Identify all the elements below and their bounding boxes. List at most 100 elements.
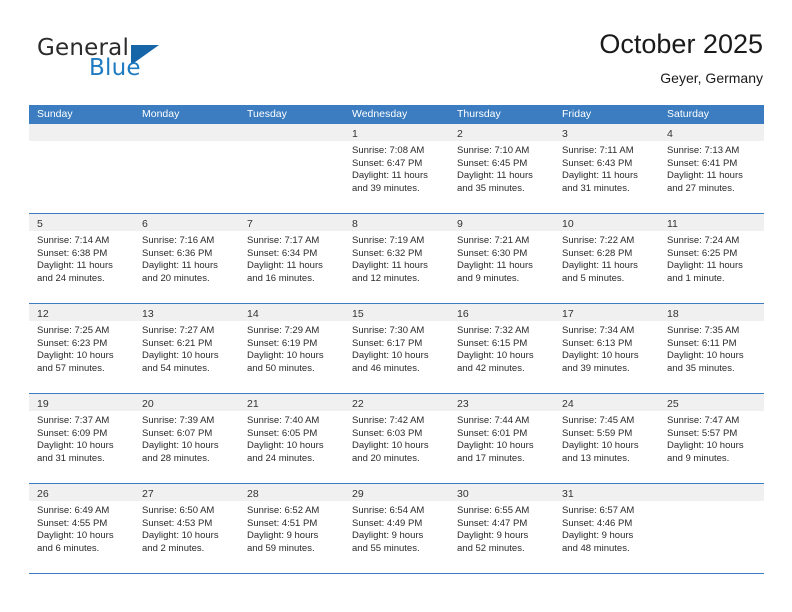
daylight-text-line2: and 16 minutes.	[247, 272, 315, 284]
weekday-header-sunday: Sunday	[37, 108, 73, 120]
weekday-header-thursday: Thursday	[457, 108, 501, 120]
day-cell[interactable]: 24 Sunrise: 7:45 AM Sunset: 5:59 PM Dayl…	[554, 394, 659, 483]
daylight-text-line1: Daylight: 10 hours	[247, 350, 324, 362]
daylight-text-line1: Daylight: 10 hours	[457, 350, 534, 362]
day-number: 23	[457, 398, 469, 410]
daylight-text-line1: Daylight: 11 hours	[457, 170, 533, 182]
day-cell[interactable]: 14 Sunrise: 7:29 AM Sunset: 6:19 PM Dayl…	[239, 304, 344, 393]
day-cell[interactable]: 5 Sunrise: 7:14 AM Sunset: 6:38 PM Dayli…	[29, 214, 134, 303]
sunset-text: Sunset: 6:17 PM	[352, 337, 423, 349]
day-cell[interactable]: 8 Sunrise: 7:19 AM Sunset: 6:32 PM Dayli…	[344, 214, 449, 303]
calendar-page: General Blue October 2025 Geyer, Germany…	[0, 0, 792, 612]
day-number-strip: 23	[449, 394, 554, 411]
day-details: Sunrise: 6:50 AM Sunset: 4:53 PM Dayligh…	[134, 501, 239, 555]
page-header: General Blue October 2025 Geyer, Germany	[29, 28, 763, 96]
day-number-strip: 10	[554, 214, 659, 231]
day-cell[interactable]: 29 Sunrise: 6:54 AM Sunset: 4:49 PM Dayl…	[344, 484, 449, 573]
daylight-text-line1: Daylight: 10 hours	[37, 440, 114, 452]
day-cell[interactable]: 26 Sunrise: 6:49 AM Sunset: 4:55 PM Dayl…	[29, 484, 134, 573]
day-cell[interactable]: 15 Sunrise: 7:30 AM Sunset: 6:17 PM Dayl…	[344, 304, 449, 393]
day-cell[interactable]: 12 Sunrise: 7:25 AM Sunset: 6:23 PM Dayl…	[29, 304, 134, 393]
daylight-text-line1: Daylight: 11 hours	[667, 260, 743, 272]
day-cell[interactable]: 16 Sunrise: 7:32 AM Sunset: 6:15 PM Dayl…	[449, 304, 554, 393]
day-cell[interactable]: 19 Sunrise: 7:37 AM Sunset: 6:09 PM Dayl…	[29, 394, 134, 483]
day-details: Sunrise: 7:40 AM Sunset: 6:05 PM Dayligh…	[239, 411, 344, 465]
day-details: Sunrise: 7:16 AM Sunset: 6:36 PM Dayligh…	[134, 231, 239, 285]
day-number-strip: 7	[239, 214, 344, 231]
day-details: Sunrise: 7:37 AM Sunset: 6:09 PM Dayligh…	[29, 411, 134, 465]
day-cell[interactable]: 17 Sunrise: 7:34 AM Sunset: 6:13 PM Dayl…	[554, 304, 659, 393]
day-number: 12	[37, 308, 49, 320]
day-details: Sunrise: 7:13 AM Sunset: 6:41 PM Dayligh…	[659, 141, 764, 195]
sunset-text: Sunset: 4:51 PM	[247, 517, 318, 529]
day-cell[interactable]: 30 Sunrise: 6:55 AM Sunset: 4:47 PM Dayl…	[449, 484, 554, 573]
day-cell[interactable]: 10 Sunrise: 7:22 AM Sunset: 6:28 PM Dayl…	[554, 214, 659, 303]
day-number: 30	[457, 488, 469, 500]
day-details: Sunrise: 7:44 AM Sunset: 6:01 PM Dayligh…	[449, 411, 554, 465]
day-number: 18	[667, 308, 679, 320]
sunset-text: Sunset: 6:43 PM	[562, 157, 633, 169]
day-number-strip	[134, 124, 239, 141]
day-cell[interactable]	[29, 124, 134, 213]
daylight-text-line1: Daylight: 10 hours	[667, 350, 744, 362]
day-cell[interactable]: 20 Sunrise: 7:39 AM Sunset: 6:07 PM Dayl…	[134, 394, 239, 483]
day-number: 26	[37, 488, 49, 500]
day-details	[239, 141, 344, 145]
daylight-text-line2: and 12 minutes.	[352, 272, 420, 284]
sunrise-text: Sunrise: 7:34 AM	[562, 325, 635, 336]
day-cell[interactable]: 22 Sunrise: 7:42 AM Sunset: 6:03 PM Dayl…	[344, 394, 449, 483]
day-cell[interactable]: 25 Sunrise: 7:47 AM Sunset: 5:57 PM Dayl…	[659, 394, 764, 483]
day-number: 27	[142, 488, 154, 500]
day-cell[interactable]: 6 Sunrise: 7:16 AM Sunset: 6:36 PM Dayli…	[134, 214, 239, 303]
day-cell[interactable]: 18 Sunrise: 7:35 AM Sunset: 6:11 PM Dayl…	[659, 304, 764, 393]
day-cell[interactable]: 1 Sunrise: 7:08 AM Sunset: 6:47 PM Dayli…	[344, 124, 449, 213]
day-number-strip: 3	[554, 124, 659, 141]
sunset-text: Sunset: 5:57 PM	[667, 427, 738, 439]
day-number: 15	[352, 308, 364, 320]
day-number	[134, 128, 142, 140]
day-cell[interactable]: 9 Sunrise: 7:21 AM Sunset: 6:30 PM Dayli…	[449, 214, 554, 303]
daylight-text-line1: Daylight: 10 hours	[352, 350, 429, 362]
day-cell[interactable]	[239, 124, 344, 213]
day-cell[interactable]: 3 Sunrise: 7:11 AM Sunset: 6:43 PM Dayli…	[554, 124, 659, 213]
day-cell[interactable]: 23 Sunrise: 7:44 AM Sunset: 6:01 PM Dayl…	[449, 394, 554, 483]
week-row: 5 Sunrise: 7:14 AM Sunset: 6:38 PM Dayli…	[29, 214, 764, 304]
day-cell[interactable]: 13 Sunrise: 7:27 AM Sunset: 6:21 PM Dayl…	[134, 304, 239, 393]
sunset-text: Sunset: 6:34 PM	[247, 247, 318, 259]
daylight-text-line1: Daylight: 9 hours	[562, 530, 634, 542]
daylight-text-line1: Daylight: 11 hours	[457, 260, 533, 272]
day-cell[interactable]: 4 Sunrise: 7:13 AM Sunset: 6:41 PM Dayli…	[659, 124, 764, 213]
sunset-text: Sunset: 4:46 PM	[562, 517, 633, 529]
day-number	[29, 128, 37, 140]
daylight-text-line2: and 35 minutes.	[667, 362, 735, 374]
weekday-header-wednesday: Wednesday	[352, 108, 408, 120]
day-number-strip: 13	[134, 304, 239, 321]
day-cell[interactable]: 28 Sunrise: 6:52 AM Sunset: 4:51 PM Dayl…	[239, 484, 344, 573]
day-cell[interactable]: 2 Sunrise: 7:10 AM Sunset: 6:45 PM Dayli…	[449, 124, 554, 213]
daylight-text-line2: and 39 minutes.	[562, 362, 630, 374]
sunset-text: Sunset: 6:30 PM	[457, 247, 528, 259]
day-number-strip: 12	[29, 304, 134, 321]
daylight-text-line2: and 31 minutes.	[37, 452, 105, 464]
general-blue-logo[interactable]: General Blue	[29, 28, 259, 86]
sunset-text: Sunset: 6:05 PM	[247, 427, 318, 439]
day-cell[interactable]: 27 Sunrise: 6:50 AM Sunset: 4:53 PM Dayl…	[134, 484, 239, 573]
day-cell[interactable]: 11 Sunrise: 7:24 AM Sunset: 6:25 PM Dayl…	[659, 214, 764, 303]
day-cell[interactable]: 21 Sunrise: 7:40 AM Sunset: 6:05 PM Dayl…	[239, 394, 344, 483]
day-cell[interactable]: 31 Sunrise: 6:57 AM Sunset: 4:46 PM Dayl…	[554, 484, 659, 573]
day-details: Sunrise: 6:49 AM Sunset: 4:55 PM Dayligh…	[29, 501, 134, 555]
sunrise-text: Sunrise: 7:44 AM	[457, 415, 530, 426]
day-number: 5	[37, 218, 43, 230]
day-cell[interactable]	[659, 484, 764, 573]
daylight-text-line1: Daylight: 11 hours	[142, 260, 218, 272]
day-number-strip: 27	[134, 484, 239, 501]
sunrise-text: Sunrise: 7:30 AM	[352, 325, 425, 336]
day-number: 24	[562, 398, 574, 410]
daylight-text-line2: and 24 minutes.	[37, 272, 105, 284]
day-cell[interactable]: 7 Sunrise: 7:17 AM Sunset: 6:34 PM Dayli…	[239, 214, 344, 303]
sunset-text: Sunset: 6:03 PM	[352, 427, 423, 439]
day-number-strip	[29, 124, 134, 141]
day-cell[interactable]	[134, 124, 239, 213]
sunrise-text: Sunrise: 7:47 AM	[667, 415, 740, 426]
day-details: Sunrise: 7:08 AM Sunset: 6:47 PM Dayligh…	[344, 141, 449, 195]
